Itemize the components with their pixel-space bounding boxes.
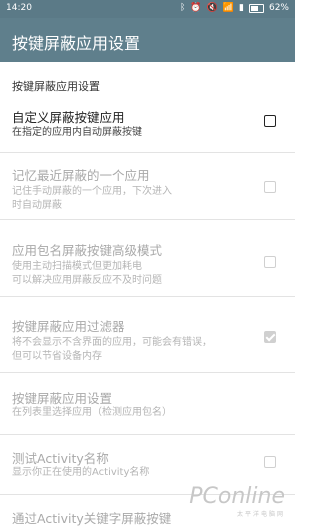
pref-summary: 显示你正在使用的Activity名称 <box>12 467 150 478</box>
pref-summary-line-2: 可以解决应用屏蔽反应不及时问题 <box>12 275 162 286</box>
checkbox[interactable] <box>264 115 276 127</box>
pref-summary-line-1: 使用主动扫描模式但更加耗电 <box>12 261 142 272</box>
pref-summary-line-1: 记住手动屏蔽的一个应用，下次进入 <box>12 186 172 197</box>
pref-summary-line-2: 时自动屏蔽 <box>12 200 62 211</box>
status-icons: ᛒ ⏰ 🔇 📶 ▮ 62% <box>180 2 289 14</box>
checkbox[interactable] <box>264 181 276 193</box>
status-time: 14:20 <box>6 3 32 13</box>
pref-title: 按键屏蔽应用过滤器 <box>12 319 125 334</box>
battery-icon <box>248 3 264 13</box>
checkbox[interactable] <box>264 256 276 268</box>
pref-title: 自定义屏蔽按键应用 <box>12 110 125 125</box>
status-bar: 14:20 ᛒ ⏰ 🔇 📶 ▮ 62% <box>0 0 295 18</box>
checkbox[interactable] <box>264 456 276 468</box>
pref-title: 记忆最近屏蔽的一个应用 <box>12 168 150 183</box>
battery-percent: 62% <box>268 3 289 13</box>
section-header: 按键屏蔽应用设置 <box>12 80 100 93</box>
pref-summary-line-1: 将不会显示不含界面的应用，可能会有错误， <box>12 337 212 348</box>
app-bar: 按键屏蔽应用设置 <box>0 18 295 62</box>
pref-title: 应用包名屏蔽按键高级模式 <box>12 243 163 258</box>
pref-app-filter[interactable]: 按键屏蔽应用过滤器 将不会显示不含界面的应用，可能会有错误， 但可以节省设备内存 <box>0 304 295 373</box>
mute-icon: 🔇 <box>206 3 218 13</box>
pref-summary: 在指定的应用内自动屏蔽按键 <box>12 127 142 138</box>
pref-remember-last-app[interactable]: 记忆最近屏蔽的一个应用 记住手动屏蔽的一个应用，下次进入 时自动屏蔽 <box>0 153 295 220</box>
pref-summary: 在列表里选择应用（检测应用包名） <box>12 407 172 418</box>
alarm-icon: ⏰ <box>190 3 202 13</box>
pref-title: 通过Activity关键字屏蔽按键 <box>12 511 172 526</box>
watermark: PConline 太平洋电脑网 <box>189 484 285 518</box>
checkbox-checked[interactable] <box>264 331 276 343</box>
pref-blocked-app-settings[interactable]: 按键屏蔽应用设置 在列表里选择应用（检测应用包名） <box>0 380 295 435</box>
watermark-subtitle: 太平洋电脑网 <box>236 511 285 518</box>
watermark-logo: PConline <box>189 484 285 509</box>
pref-custom-blocked-apps[interactable]: 自定义屏蔽按键应用 在指定的应用内自动屏蔽按键 <box>0 100 295 153</box>
wifi-icon: 📶 <box>222 3 235 13</box>
page-title: 按键屏蔽应用设置 <box>12 34 141 53</box>
signal-icon: ▮ <box>239 3 244 13</box>
pref-package-advanced-mode[interactable]: 应用包名屏蔽按键高级模式 使用主动扫描模式但更加耗电 可以解决应用屏蔽反应不及时… <box>0 228 295 297</box>
pref-summary-line-2: 但可以节省设备内存 <box>12 351 102 362</box>
bluetooth-icon: ᛒ <box>179 3 186 13</box>
